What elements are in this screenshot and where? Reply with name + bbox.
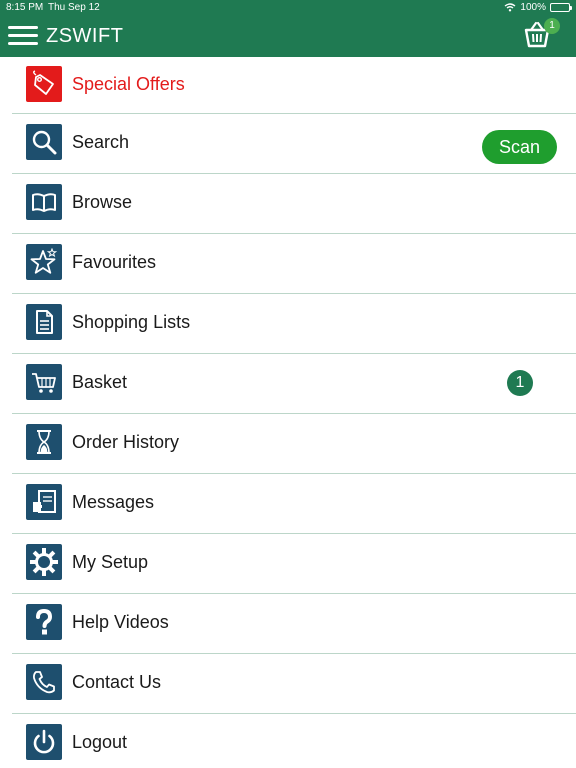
cart-icon [26, 364, 62, 400]
menu-item-favourites[interactable]: Favourites [12, 234, 576, 294]
phone-icon [26, 664, 62, 700]
menu-label-search: Search [72, 132, 130, 152]
app-title: ZSWIFT [46, 25, 124, 47]
hamburger-icon[interactable] [8, 26, 38, 46]
app-header: 8:15 PM Thu Sep 12 100% ZSWIFT 1 [0, 0, 576, 57]
header-cart-button[interactable]: 1 [522, 18, 560, 54]
status-right: 100% [504, 2, 572, 13]
menu-label-shopping-lists: Shopping Lists [72, 312, 191, 332]
menu-item-browse[interactable]: Browse [12, 174, 576, 234]
menu-label-special-offers: Special Offers [72, 74, 185, 94]
wifi-icon [504, 3, 516, 12]
magnifier-icon [26, 124, 62, 160]
battery-icon [550, 3, 572, 12]
hourglass-icon [26, 424, 62, 460]
menu-item-help-videos[interactable]: Help Videos [12, 594, 576, 654]
gear-icon [26, 544, 62, 580]
status-date: Thu Sep 12 [48, 2, 100, 13]
menu-item-shopping-lists[interactable]: Shopping Lists [12, 294, 576, 354]
menu-label-contact-us: Contact Us [72, 672, 162, 692]
menu-label-favourites: Favourites [72, 252, 157, 272]
menu-item-logout[interactable]: Logout [12, 714, 576, 768]
basket-count-badge: 1 [507, 370, 533, 396]
battery-percent: 100% [520, 2, 546, 13]
main-menu: Special Offers Search Scan Browse Favour… [0, 57, 576, 768]
menu-label-browse: Browse [72, 192, 133, 212]
menu-label-order-history: Order History [72, 432, 180, 452]
menu-item-contact-us[interactable]: Contact Us [12, 654, 576, 714]
menu-item-messages[interactable]: Messages [12, 474, 576, 534]
menu-label-help-videos: Help Videos [72, 612, 169, 632]
tag-icon [26, 66, 62, 102]
question-icon [26, 604, 62, 640]
menu-label-basket: Basket [72, 372, 128, 392]
menu-item-basket[interactable]: Basket 1 [12, 354, 576, 414]
status-bar: 8:15 PM Thu Sep 12 100% [0, 0, 576, 16]
status-time: 8:15 PM [6, 2, 44, 13]
menu-item-search[interactable]: Search Scan [12, 114, 576, 174]
menu-item-order-history[interactable]: Order History [12, 414, 576, 474]
power-icon [26, 724, 62, 760]
scan-button[interactable]: Scan [482, 130, 557, 164]
document-icon [26, 304, 62, 340]
book-icon [26, 184, 62, 220]
menu-label-my-setup: My Setup [72, 552, 149, 572]
cart-count-badge: 1 [544, 18, 560, 34]
star-icon [26, 244, 62, 280]
menu-label-logout: Logout [72, 732, 128, 752]
menu-item-special-offers[interactable]: Special Offers [12, 57, 576, 114]
menu-label-messages: Messages [72, 492, 155, 512]
message-icon [26, 484, 62, 520]
menu-item-my-setup[interactable]: My Setup [12, 534, 576, 594]
